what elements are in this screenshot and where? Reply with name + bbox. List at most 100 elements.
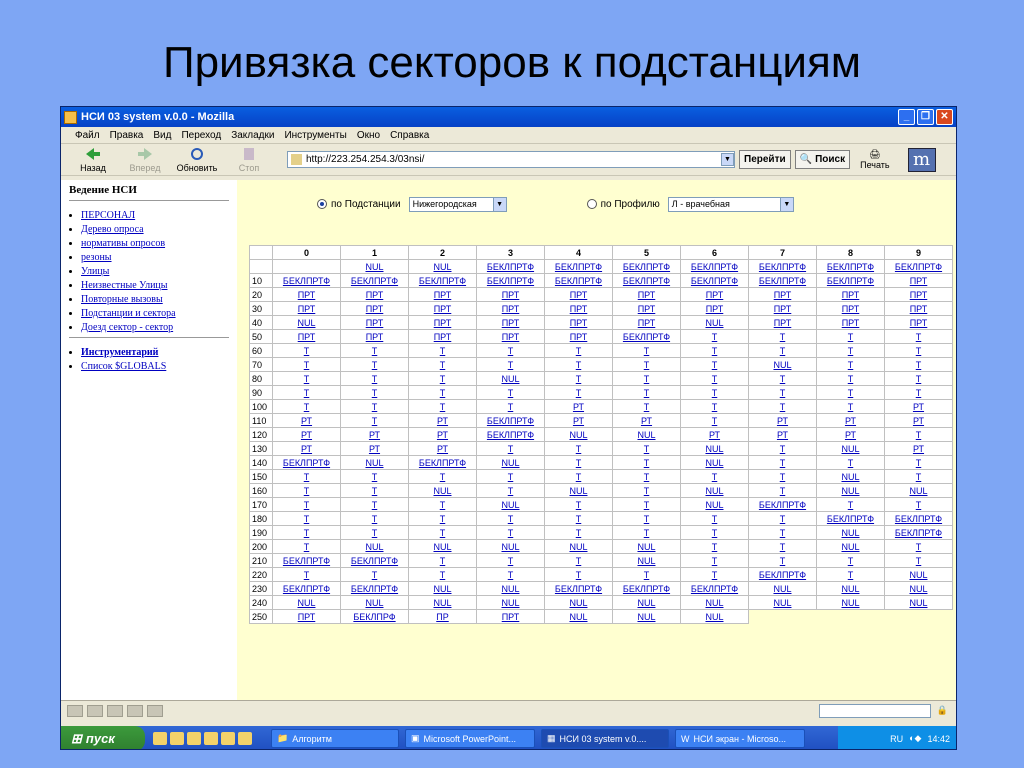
cell-link[interactable]: Т	[576, 458, 582, 468]
cell-link[interactable]: Т	[440, 472, 446, 482]
cell-link[interactable]: Т	[508, 388, 514, 398]
cell-link[interactable]: Т	[848, 500, 854, 510]
cell-link[interactable]: Т	[440, 528, 446, 538]
cell-link[interactable]: NUL	[705, 458, 723, 468]
sidebar-item-repeat-calls[interactable]: Повторные вызовы	[81, 293, 229, 307]
cell-link[interactable]: БЕКЛПРТФ	[691, 262, 738, 272]
cell-link[interactable]: Т	[440, 570, 446, 580]
cell-link[interactable]: Т	[916, 332, 922, 342]
cell-link[interactable]: Т	[712, 570, 718, 580]
cell-link[interactable]: РТ	[369, 430, 380, 440]
cell-link[interactable]: РТ	[573, 402, 584, 412]
address-dropdown-icon[interactable]: ▼	[721, 153, 734, 166]
cell-link[interactable]: Т	[644, 374, 650, 384]
cell-link[interactable]: БЕКЛПРТФ	[895, 262, 942, 272]
cell-link[interactable]: Т	[644, 514, 650, 524]
sidebar-item-substations[interactable]: Подстанции и сектора	[81, 307, 229, 321]
cell-link[interactable]: РТ	[301, 444, 312, 454]
cell-link[interactable]: ПРТ	[910, 318, 928, 328]
cell-link[interactable]: ПРТ	[638, 304, 656, 314]
cell-link[interactable]: Т	[304, 570, 310, 580]
sidebar-item-reasons[interactable]: резоны	[81, 251, 229, 265]
start-button[interactable]: ⊞ пуск	[61, 726, 145, 749]
cell-link[interactable]: ПРТ	[570, 290, 588, 300]
cell-link[interactable]: Т	[372, 346, 378, 356]
cell-link[interactable]: Т	[508, 402, 514, 412]
cell-link[interactable]: Т	[644, 570, 650, 580]
radio-by-profile[interactable]	[586, 199, 597, 209]
cell-link[interactable]: Т	[712, 556, 718, 566]
cell-link[interactable]: Т	[440, 360, 446, 370]
cell-link[interactable]: NUL	[773, 360, 791, 370]
cell-link[interactable]: ПРТ	[910, 276, 928, 286]
quicklaunch-icon[interactable]	[170, 731, 184, 745]
menu-file[interactable]: Файл	[75, 130, 100, 141]
cell-link[interactable]: БЕКЛПРТФ	[827, 276, 874, 286]
quicklaunch-icon[interactable]	[187, 731, 201, 745]
cell-link[interactable]: Т	[780, 332, 786, 342]
cell-link[interactable]: ПРТ	[502, 290, 520, 300]
cell-link[interactable]: NUL	[909, 584, 927, 594]
cell-link[interactable]: NUL	[501, 584, 519, 594]
cell-link[interactable]: Т	[372, 416, 378, 426]
cell-link[interactable]: Т	[644, 388, 650, 398]
cell-link[interactable]: Т	[916, 430, 922, 440]
cell-link[interactable]: ПРТ	[638, 318, 656, 328]
cell-link[interactable]: Т	[304, 374, 310, 384]
cell-link[interactable]: ПРТ	[434, 304, 452, 314]
cell-link[interactable]: ПРТ	[366, 318, 384, 328]
cell-link[interactable]: Т	[644, 444, 650, 454]
cell-link[interactable]: Т	[576, 500, 582, 510]
cell-link[interactable]: ПРТ	[842, 318, 860, 328]
cell-link[interactable]: БЕКЛПРТФ	[895, 528, 942, 538]
cell-link[interactable]: ПРТ	[910, 304, 928, 314]
cell-link[interactable]: Т	[712, 416, 718, 426]
cell-link[interactable]: ПРТ	[434, 290, 452, 300]
cell-link[interactable]: БЕКЛПРТФ	[623, 276, 670, 286]
cell-link[interactable]: NUL	[705, 318, 723, 328]
cell-link[interactable]: ПРТ	[434, 332, 452, 342]
menu-window[interactable]: Окно	[357, 130, 380, 141]
quicklaunch-icon[interactable]	[238, 731, 252, 745]
cell-link[interactable]: Т	[304, 388, 310, 398]
cell-link[interactable]: NUL	[365, 458, 383, 468]
menu-edit[interactable]: Правка	[110, 130, 144, 141]
cell-link[interactable]: NUL	[909, 486, 927, 496]
cell-link[interactable]: БЕКЛПРТФ	[351, 276, 398, 286]
task-nsi-word[interactable]: W НСИ экран - Microso...	[675, 729, 805, 748]
cell-link[interactable]: РТ	[573, 416, 584, 426]
cell-link[interactable]: БЕКЛПРТФ	[351, 556, 398, 566]
cell-link[interactable]: БЕКЛПРТФ	[419, 458, 466, 468]
cell-link[interactable]: РТ	[913, 416, 924, 426]
cell-link[interactable]: Т	[304, 514, 310, 524]
cell-link[interactable]: NUL	[501, 542, 519, 552]
cell-link[interactable]: Т	[712, 402, 718, 412]
task-powerpoint[interactable]: ▣ Microsoft PowerPoint...	[405, 729, 535, 748]
cell-link[interactable]: Т	[780, 528, 786, 538]
cell-link[interactable]: NUL	[705, 486, 723, 496]
cell-link[interactable]: Т	[848, 332, 854, 342]
cell-link[interactable]: Т	[644, 346, 650, 356]
cell-link[interactable]: РТ	[301, 430, 312, 440]
cell-link[interactable]: Т	[440, 556, 446, 566]
menu-help[interactable]: Справка	[390, 130, 429, 141]
cell-link[interactable]: NUL	[705, 444, 723, 454]
cell-link[interactable]: NUL	[637, 430, 655, 440]
cell-link[interactable]: Т	[576, 556, 582, 566]
cell-link[interactable]: БЕКЛПРТФ	[759, 262, 806, 272]
cell-link[interactable]: Т	[508, 528, 514, 538]
cell-link[interactable]: Т	[712, 472, 718, 482]
cell-link[interactable]: NUL	[773, 598, 791, 608]
cell-link[interactable]: БЕКЛПРТФ	[759, 570, 806, 580]
cell-link[interactable]: Т	[440, 402, 446, 412]
cell-link[interactable]: NUL	[433, 262, 451, 272]
sidebar-item-sector-travel[interactable]: Доезд сектор - сектор	[81, 321, 229, 335]
cell-link[interactable]: БЕКЛПРТФ	[283, 458, 330, 468]
cell-link[interactable]: БЕКЛПРТФ	[555, 584, 602, 594]
cell-link[interactable]: NUL	[637, 542, 655, 552]
cell-link[interactable]: Т	[780, 388, 786, 398]
sidebar-item-tools[interactable]: Инструментарий	[81, 346, 229, 360]
cell-link[interactable]: NUL	[365, 598, 383, 608]
quicklaunch-icon[interactable]	[153, 731, 167, 745]
cell-link[interactable]: NUL	[569, 486, 587, 496]
